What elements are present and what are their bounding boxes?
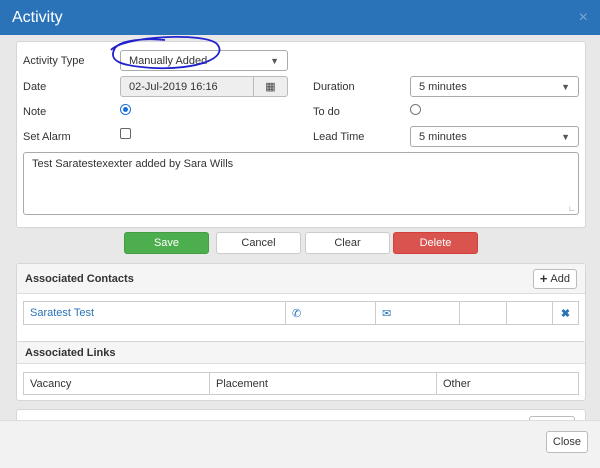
associated-contacts-header: Associated Contacts + Add bbox=[17, 264, 585, 294]
duration-value: 5 minutes bbox=[419, 80, 467, 93]
phone-icon[interactable]: ✆ bbox=[292, 307, 301, 320]
envelope-icon[interactable]: ✉ bbox=[382, 307, 391, 320]
activity-modal: Activity × Activity Type Manually Added … bbox=[0, 0, 600, 468]
contacts-table-row: Saratest Test ✆ ✉ ✖ bbox=[23, 301, 579, 325]
date-label: Date bbox=[23, 81, 47, 93]
set-alarm-checkbox[interactable] bbox=[120, 128, 131, 139]
chevron-down-icon: ▼ bbox=[561, 81, 570, 92]
save-button[interactable]: Save bbox=[124, 232, 209, 254]
links-column-vacancy: Vacancy bbox=[24, 373, 210, 394]
contact-remove-cell: ✖ bbox=[553, 302, 578, 324]
associated-links-header: Associated Links bbox=[17, 342, 585, 364]
links-column-other: Other bbox=[443, 377, 471, 390]
duration-select[interactable]: 5 minutes ▼ bbox=[410, 76, 579, 97]
links-table-header: Vacancy Placement Other bbox=[23, 372, 579, 395]
plus-icon: + bbox=[539, 271, 548, 286]
note-radio[interactable] bbox=[120, 104, 131, 115]
note-label: Note bbox=[23, 106, 47, 118]
cancel-button[interactable]: Cancel bbox=[216, 232, 301, 254]
modal-body: Activity Type Manually Added ▼ Date 02-J… bbox=[0, 35, 600, 420]
lead-time-label: Lead Time bbox=[313, 131, 365, 143]
date-value: 02-Jul-2019 16:16 bbox=[129, 80, 218, 93]
associated-contacts-title: Associated Contacts bbox=[25, 272, 134, 285]
contact-empty-cell bbox=[460, 302, 507, 324]
todo-label: To do bbox=[313, 106, 340, 118]
modal-title: Activity bbox=[12, 8, 63, 26]
contact-empty-cell bbox=[507, 302, 553, 324]
remove-icon[interactable]: ✖ bbox=[561, 307, 570, 320]
calendar-icon[interactable]: ▦ bbox=[253, 77, 287, 96]
chevron-down-icon: ▼ bbox=[561, 131, 570, 142]
next-panel-partial bbox=[16, 409, 586, 420]
lead-time-value: 5 minutes bbox=[419, 130, 467, 143]
lead-time-select[interactable]: 5 minutes ▼ bbox=[410, 126, 579, 147]
date-field[interactable]: 02-Jul-2019 16:16 ▦ bbox=[120, 76, 288, 97]
note-textarea[interactable]: Test Saratestexexter added by Sara Wills… bbox=[23, 152, 579, 215]
links-column-placement: Placement bbox=[210, 373, 437, 394]
associated-links-panel: Associated Links Vacancy Placement Other bbox=[16, 341, 586, 401]
contact-name-cell: Saratest Test bbox=[24, 302, 286, 324]
resize-handle-icon[interactable]: ∟ bbox=[568, 204, 576, 213]
close-button[interactable]: Close bbox=[545, 431, 588, 453]
note-text: Test Saratestexexter added by Sara Wills bbox=[32, 158, 234, 170]
modal-header: Activity × bbox=[0, 0, 600, 35]
clear-button[interactable]: Clear bbox=[305, 232, 390, 254]
add-contact-button[interactable]: + Add bbox=[532, 268, 577, 289]
contact-email-cell: ✉ bbox=[376, 302, 460, 324]
activity-type-label: Activity Type bbox=[23, 55, 85, 67]
hand-drawn-circle-annotation bbox=[110, 36, 221, 70]
modal-footer: Close bbox=[0, 420, 600, 468]
contact-phone-cell: ✆ bbox=[286, 302, 376, 324]
activity-form: Activity Type Manually Added ▼ Date 02-J… bbox=[16, 36, 586, 228]
chevron-down-icon: ▼ bbox=[270, 55, 279, 66]
duration-label: Duration bbox=[313, 81, 355, 93]
delete-button[interactable]: Delete bbox=[393, 232, 478, 254]
close-icon[interactable]: × bbox=[579, 9, 588, 27]
associated-links-title: Associated Links bbox=[25, 346, 116, 359]
add-label: Add bbox=[550, 272, 570, 285]
todo-radio[interactable] bbox=[410, 104, 421, 115]
contact-name-link[interactable]: Saratest Test bbox=[30, 307, 94, 319]
set-alarm-label: Set Alarm bbox=[23, 131, 71, 143]
